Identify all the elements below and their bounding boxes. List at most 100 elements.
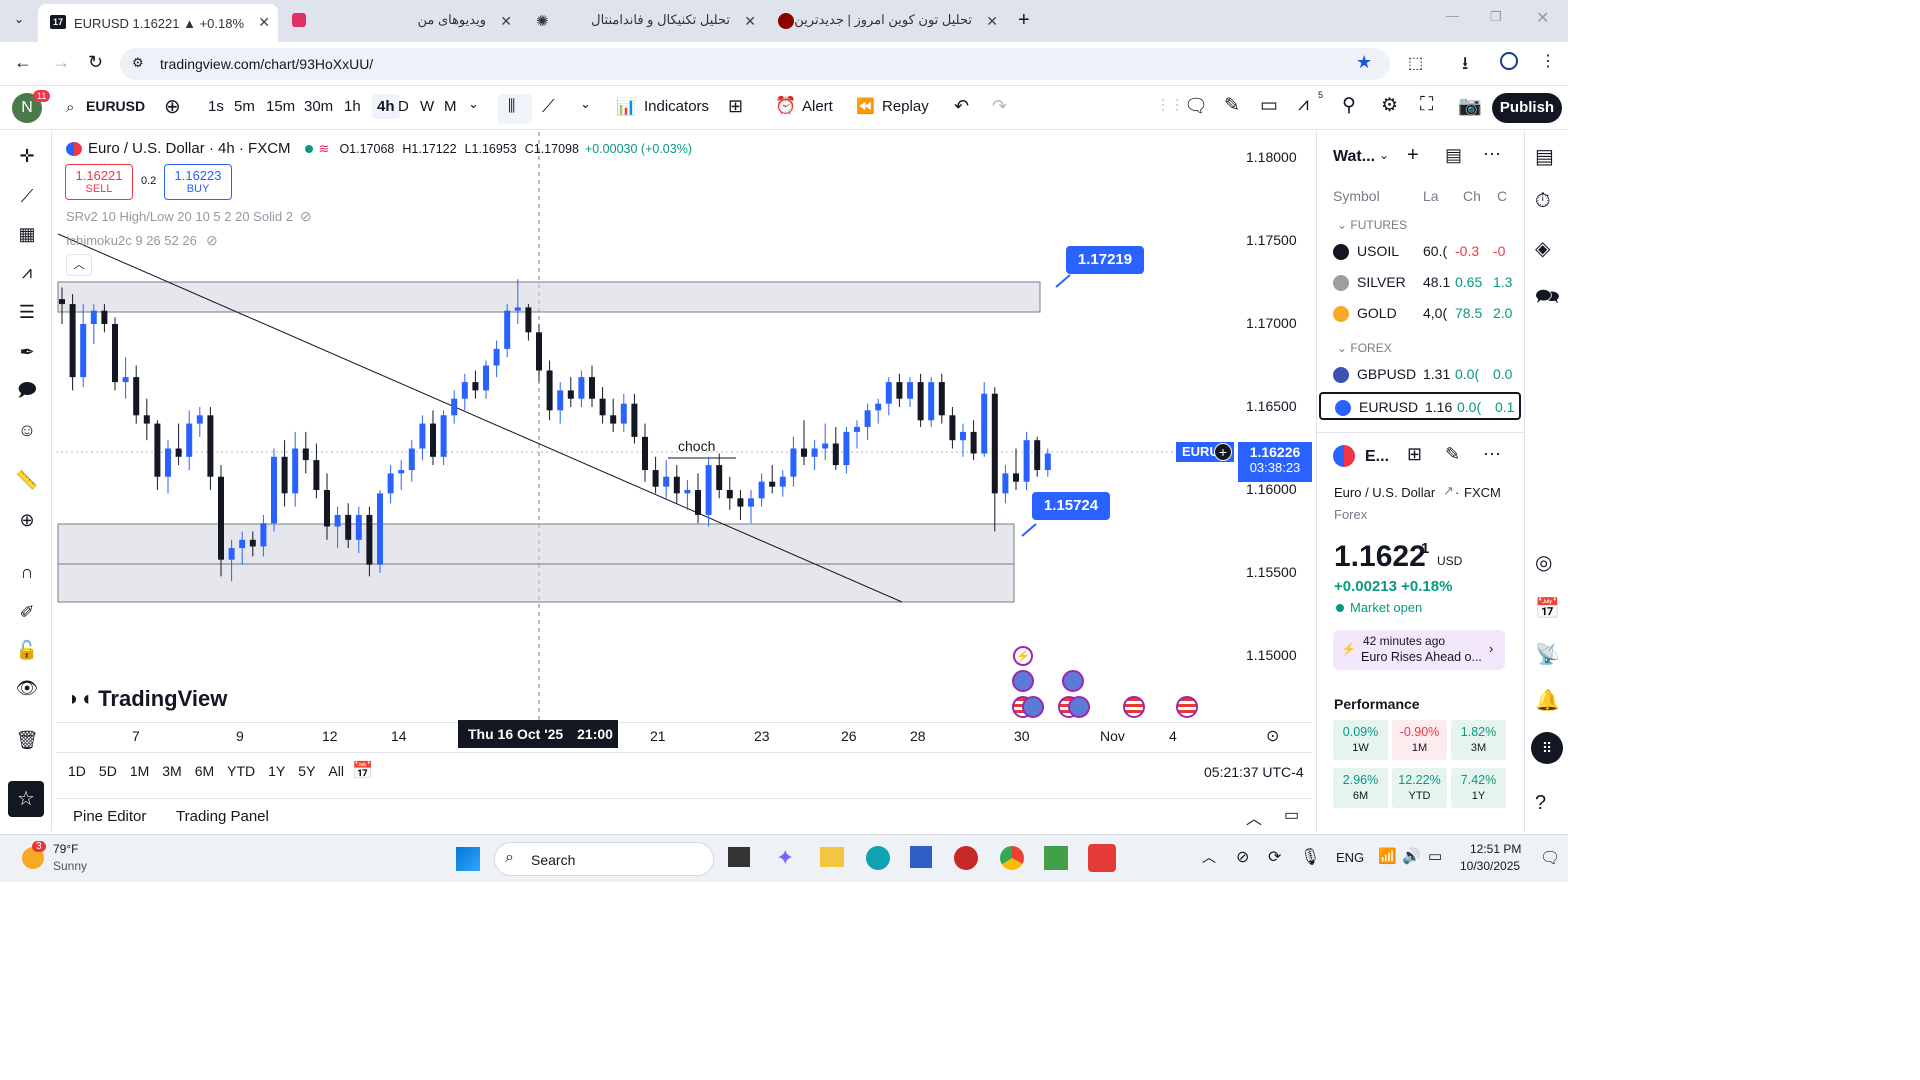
tray-sync-icon[interactable]: ⟳ bbox=[1268, 847, 1281, 867]
range-button[interactable]: 1M bbox=[130, 763, 149, 779]
language-indicator[interactable]: ENG bbox=[1336, 850, 1364, 865]
watchlist-title[interactable]: Wat... bbox=[1333, 148, 1375, 166]
column-change[interactable]: Ch bbox=[1463, 188, 1481, 204]
watchlist-row[interactable]: GOLD 4,0(78.5 2.0 bbox=[1319, 300, 1521, 328]
weather-desc[interactable]: Sunny bbox=[53, 859, 87, 873]
drag-handle-icon[interactable]: ⋮⋮ bbox=[1156, 96, 1184, 113]
weather-temp[interactable]: 79°F bbox=[53, 842, 78, 856]
watchlist-more-icon[interactable]: ⋯ bbox=[1483, 144, 1501, 165]
interval-button[interactable]: 15m bbox=[266, 98, 295, 115]
layers-icon[interactable]: ◈ bbox=[1535, 236, 1550, 261]
close-window-icon[interactable]: ✕ bbox=[1536, 8, 1549, 28]
apps-grid-icon[interactable]: ⠿ bbox=[1531, 732, 1563, 764]
close-tab-icon[interactable]: ✕ bbox=[500, 13, 512, 30]
interval-button[interactable]: 4h bbox=[372, 94, 400, 119]
add-symbol-icon[interactable]: + bbox=[1407, 144, 1419, 167]
close-tab-icon[interactable]: ✕ bbox=[258, 14, 270, 31]
text-note-icon[interactable]: 🗩 bbox=[14, 377, 40, 403]
range-button[interactable]: 3M bbox=[162, 763, 181, 779]
range-button[interactable]: 5D bbox=[99, 763, 117, 779]
redo-icon[interactable]: ↷ bbox=[992, 96, 1007, 117]
watchlist-row[interactable]: USOIL 60.(-0.3 -0 bbox=[1319, 238, 1521, 266]
brush-icon[interactable]: ✎ bbox=[1224, 94, 1240, 117]
fib-grid-icon[interactable]: ▦ bbox=[14, 221, 40, 247]
replay-button[interactable]: Replay bbox=[882, 98, 929, 115]
edge-icon[interactable] bbox=[866, 846, 890, 870]
replay-icon[interactable]: ⏪ bbox=[856, 97, 875, 115]
unlock-icon[interactable]: 🔓 bbox=[14, 637, 40, 663]
notifications-bell-icon[interactable]: 🔔 bbox=[1535, 688, 1560, 713]
range-button[interactable]: 6M bbox=[195, 763, 214, 779]
indicators-button[interactable]: Indicators bbox=[644, 98, 709, 115]
volume-icon[interactable]: 🔊 bbox=[1402, 847, 1421, 865]
price-chart[interactable]: Euro / U.S. Dollar · 4h · FXCM ≋ O1.1706… bbox=[56, 132, 1312, 792]
eye-visibility-icon[interactable]: 👁 bbox=[14, 675, 40, 701]
taskbar-date[interactable]: 10/30/2025 bbox=[1460, 859, 1520, 873]
calendar-icon[interactable]: 📅 bbox=[1535, 596, 1560, 621]
indicators-icon[interactable]: 📊 bbox=[616, 97, 636, 117]
hidden-eye-icon[interactable]: ⊘ bbox=[300, 208, 312, 225]
interval-button[interactable]: 30m bbox=[304, 98, 333, 115]
details-more-icon[interactable]: ⋯ bbox=[1483, 444, 1501, 465]
us-event-icon[interactable] bbox=[1123, 696, 1145, 718]
alert-button[interactable]: Alert bbox=[802, 98, 833, 115]
crosshair-icon[interactable]: ✛ bbox=[14, 143, 40, 169]
chrome-icon[interactable] bbox=[1000, 846, 1024, 870]
tab-trading-panel[interactable]: Trading Panel bbox=[176, 808, 269, 825]
range-button[interactable]: All bbox=[328, 763, 344, 779]
advanced-view-icon[interactable]: ▤ bbox=[1445, 145, 1462, 166]
taskbar-search[interactable]: ⌕ Search bbox=[494, 842, 714, 876]
profile-icon[interactable] bbox=[1500, 52, 1518, 70]
callout-icon[interactable]: 🗨 bbox=[1184, 94, 1208, 118]
edit-note-icon[interactable]: ✎ bbox=[1445, 444, 1460, 465]
app-green-icon[interactable] bbox=[1044, 846, 1068, 870]
trash-icon[interactable]: 🗑 bbox=[14, 727, 40, 753]
browser-tab[interactable]: ویدیوهای من ✕ bbox=[286, 6, 520, 36]
store-icon[interactable] bbox=[910, 846, 932, 868]
interval-menu-chevron-icon[interactable]: ⌄ bbox=[468, 96, 479, 112]
time-axis-settings-icon[interactable]: ⊙ bbox=[1266, 726, 1279, 746]
close-tab-icon[interactable]: ✕ bbox=[744, 13, 756, 30]
watchlist-row[interactable]: EURUSD 1.16 0.0(0.1 bbox=[1319, 392, 1521, 420]
screener-icon[interactable]: ◎ bbox=[1535, 550, 1552, 575]
range-button[interactable]: 1D bbox=[68, 763, 86, 779]
browser-tab[interactable]: تحلیل تون کوین امروز | جدیدترین ✕ bbox=[772, 6, 1006, 36]
interval-button[interactable]: 1s bbox=[208, 98, 224, 115]
chat-icon[interactable]: 🗪 bbox=[1535, 282, 1560, 316]
windows-start-icon[interactable] bbox=[456, 847, 480, 871]
download-icon[interactable]: ⭳ bbox=[1462, 51, 1468, 81]
interval-button[interactable]: W bbox=[420, 98, 434, 115]
help-icon[interactable]: ? bbox=[1535, 792, 1546, 815]
task-view-icon[interactable] bbox=[728, 847, 750, 867]
chart-type-chevron-icon[interactable]: ⌄ bbox=[580, 96, 591, 112]
magnet-icon[interactable]: ∩ bbox=[14, 559, 40, 585]
column-symbol[interactable]: Symbol bbox=[1333, 188, 1380, 204]
indicator-ichimoku-label[interactable]: Ichimoku2c 9 26 52 26 bbox=[66, 233, 197, 248]
watchlist-icon[interactable]: ▤ bbox=[1535, 144, 1554, 169]
emoji-icon[interactable]: ☺ bbox=[14, 417, 40, 443]
ruler-icon[interactable]: 📏 bbox=[14, 467, 40, 493]
microphone-icon[interactable]: 🎙 bbox=[1300, 847, 1320, 867]
range-button[interactable]: 1Y bbox=[268, 763, 285, 779]
eu-event-icon[interactable] bbox=[1022, 696, 1044, 718]
expand-panel-icon[interactable]: ︿ bbox=[1246, 805, 1262, 829]
pattern-tool-icon[interactable]: ⩘ bbox=[14, 259, 40, 285]
indicator-srv2-label[interactable]: SRv2 10 High/Low 20 10 5 2 20 Solid 2 bbox=[66, 209, 293, 224]
column-change-pct[interactable]: C bbox=[1497, 188, 1507, 204]
eu-event-icon[interactable] bbox=[1062, 670, 1084, 692]
compare-symbol-icon[interactable]: ⊕ bbox=[164, 94, 181, 119]
price-axis[interactable]: 1.18000 1.17500 1.17000 1.16500 1.16000 1.155… bbox=[1236, 132, 1312, 722]
clock-timezone[interactable]: 05:21:37 UTC-4 bbox=[1204, 764, 1304, 780]
alerts-clock-icon[interactable]: ⏱ bbox=[1535, 190, 1551, 213]
interval-button[interactable]: M bbox=[444, 98, 457, 115]
interval-button[interactable]: 5m bbox=[234, 98, 255, 115]
rectangle-icon[interactable]: ▭ bbox=[1260, 94, 1278, 117]
zoom-in-icon[interactable]: ⊕ bbox=[14, 507, 40, 533]
browser-menu-icon[interactable]: ⋮ bbox=[1540, 51, 1556, 71]
lock-drawing-icon[interactable]: ✐ bbox=[14, 599, 40, 625]
maximize-panel-icon[interactable]: ▭ bbox=[1284, 805, 1299, 825]
date-range-calendar-icon[interactable]: 📅 bbox=[352, 761, 373, 781]
browser-tab[interactable]: ✺ تحلیل تکنیکال و فاندامنتال ✕ bbox=[530, 6, 764, 36]
site-info-icon[interactable]: ⚙ bbox=[132, 55, 144, 71]
external-link-icon[interactable]: ↗ bbox=[1443, 483, 1454, 499]
